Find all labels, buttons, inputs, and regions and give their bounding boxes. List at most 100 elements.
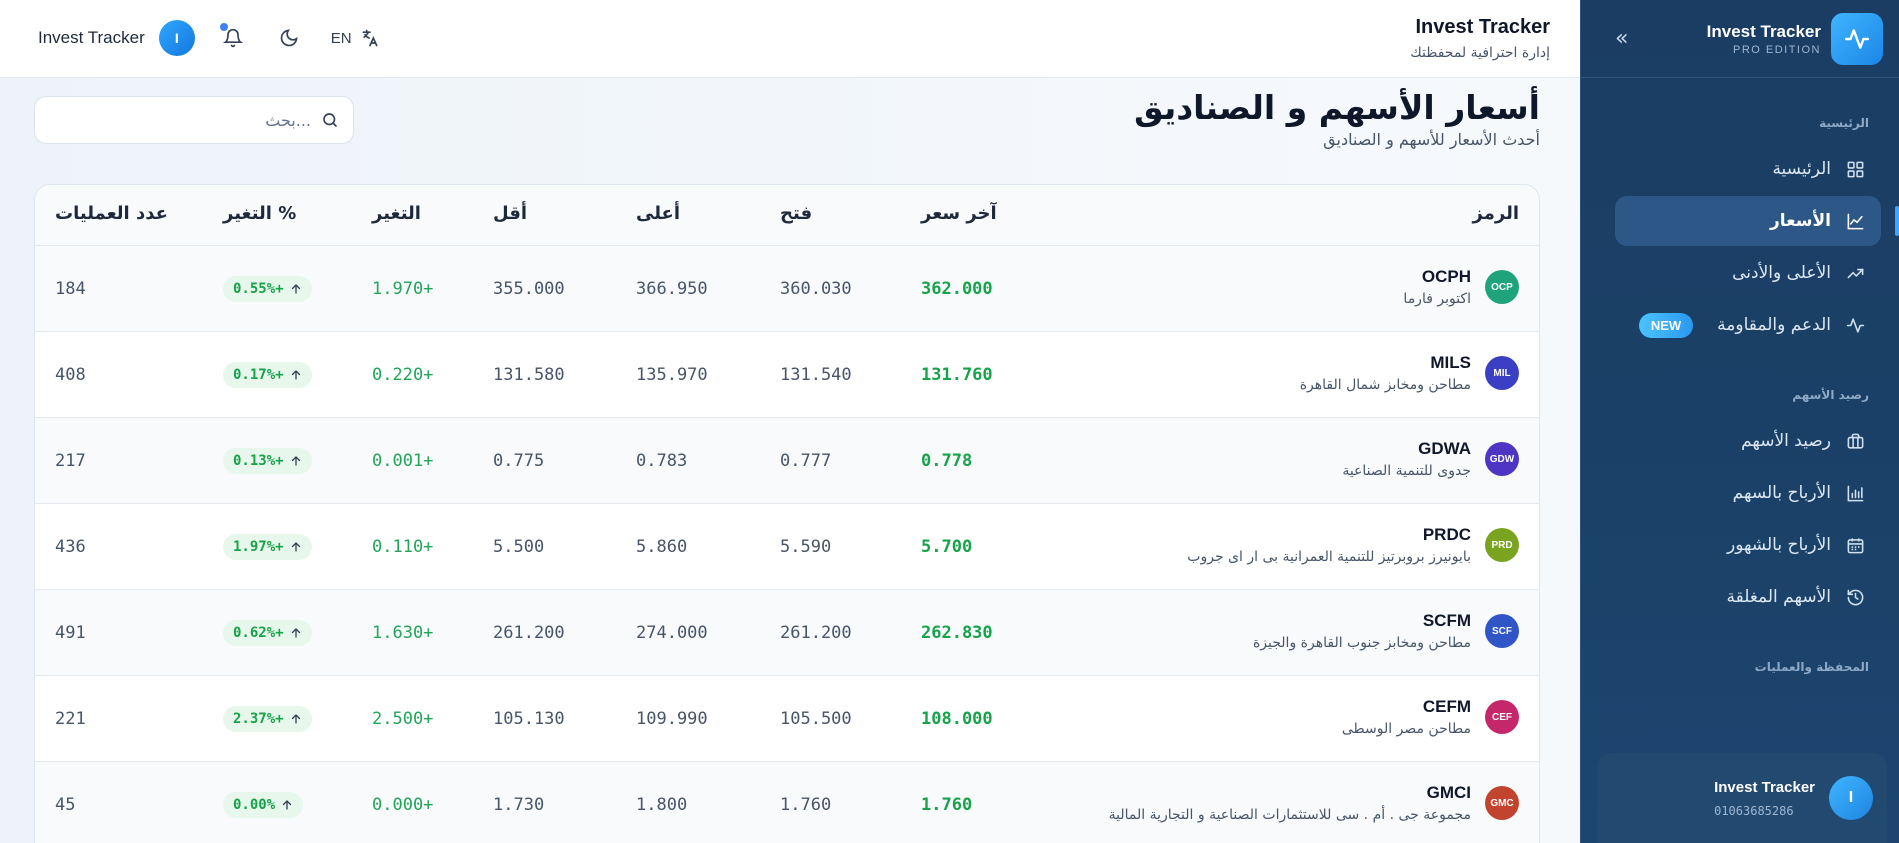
last-price-cell: 131.760 bbox=[921, 365, 993, 385]
sidebar-item-closed-stocks[interactable]: الأسهم المغلقة bbox=[1615, 572, 1881, 622]
briefcase-icon bbox=[1845, 431, 1865, 451]
last-price-cell: 1.760 bbox=[921, 795, 973, 815]
sidebar-item-profit-by-month[interactable]: الأرباح بالشهور bbox=[1615, 520, 1881, 570]
stock-code: SCFM bbox=[1422, 611, 1471, 630]
sidebar-item-home[interactable]: الرئيسية bbox=[1615, 144, 1881, 194]
collapse-sidebar-icon[interactable]: « bbox=[1615, 27, 1628, 50]
change-cell: 0.001+ bbox=[372, 451, 434, 471]
stock-code: PRDC bbox=[1422, 525, 1471, 544]
open-cell: 360.030 bbox=[780, 279, 852, 299]
header-user-name[interactable]: Invest Tracker bbox=[38, 28, 145, 48]
table-row[interactable]: SCF SCFM مطاحن ومخابز جنوب القاهرة والجيزة… bbox=[35, 590, 1539, 676]
search-icon bbox=[323, 113, 337, 127]
column-header-trades[interactable]: عدد العمليات bbox=[55, 203, 168, 224]
user-phone: 01063685286 bbox=[1714, 803, 1794, 818]
stock-name: جدوى للتنمية الصناعية bbox=[1342, 463, 1471, 479]
change-percent-value: 2.37%+ bbox=[233, 711, 284, 727]
main-content: أسعار الأسهم و الصناديق أحدث الأسعار للأ… bbox=[0, 78, 1580, 843]
stock-logo: PRD bbox=[1485, 528, 1519, 562]
table-row[interactable]: PRD PRDC بايونيرز بروبرتيز للتنمية العمران… bbox=[35, 504, 1539, 590]
stock-name: اكتوبر فارما bbox=[1403, 291, 1471, 307]
moon-icon bbox=[280, 29, 298, 47]
low-cell: 5.500 bbox=[493, 537, 545, 557]
table-row[interactable]: GDW GDWA جدوى للتنمية الصناعية 0.778 0.777 0.… bbox=[35, 418, 1539, 504]
stock-name: مطاحن ومخابز جنوب القاهرة والجيزة bbox=[1252, 635, 1471, 651]
column-header-low[interactable]: أقل bbox=[493, 203, 527, 224]
sidebar: Invest Tracker PRO EDITION « الرئيسية ال… bbox=[1580, 0, 1899, 843]
table-row[interactable]: MIL MILS مطاحن ومخابز شمال القاهرة 131.760 1… bbox=[35, 332, 1539, 418]
low-cell: 1.730 bbox=[493, 795, 545, 815]
sidebar-item-label: الرئيسية bbox=[1772, 159, 1831, 179]
stock-logo: MIL bbox=[1485, 356, 1519, 390]
stock-logo: GMC bbox=[1485, 786, 1519, 820]
change-percent-badge: 1.97%+ bbox=[223, 534, 312, 560]
symbol-text: SCFM مطاحن ومخابز جنوب القاهرة والجيزة bbox=[1253, 611, 1471, 651]
sidebar-item-label: الأرباح بالسهم bbox=[1732, 483, 1831, 503]
sidebar-item-label: الأسعار bbox=[1770, 211, 1831, 231]
column-header-change[interactable]: التغير bbox=[372, 203, 421, 224]
sidebar-item-profit-by-stock[interactable]: الأرباح بالسهم bbox=[1615, 468, 1881, 518]
last-price-cell: 5.700 bbox=[921, 537, 973, 557]
stock-code: OCPH bbox=[1421, 267, 1471, 286]
change-percent-badge: 0.62%+ bbox=[223, 620, 312, 646]
page-subtitle: أحدث الأسعار للأسهم و الصناديق bbox=[1323, 130, 1540, 149]
change-cell: 1.970+ bbox=[372, 279, 434, 299]
column-header-open[interactable]: فتح bbox=[780, 203, 812, 224]
theme-toggle-button[interactable] bbox=[271, 20, 307, 56]
open-cell: 0.777 bbox=[780, 451, 832, 471]
stock-name: مطاحن ومخابز شمال القاهرة bbox=[1299, 377, 1471, 393]
sidebar-section-label: رصيد الأسهم bbox=[1792, 388, 1869, 402]
sidebar-item-prices[interactable]: الأسعار bbox=[1615, 196, 1899, 246]
sidebar-item-high-low[interactable]: الأعلى والأدنى bbox=[1615, 248, 1881, 298]
page-title: أسعار الأسهم و الصناديق bbox=[1134, 88, 1540, 127]
high-cell: 0.783 bbox=[636, 451, 688, 471]
column-header-last-price[interactable]: آخر سعر bbox=[921, 203, 997, 224]
language-switch[interactable]: EN bbox=[331, 28, 380, 48]
column-header-change-percent[interactable]: التغير % bbox=[223, 203, 296, 224]
brand-name: Invest Tracker bbox=[1706, 21, 1821, 41]
open-cell: 131.540 bbox=[780, 365, 852, 385]
header-app-subtitle: إدارة احترافية لمحفظتك bbox=[1410, 45, 1550, 61]
stock-code: GDWA bbox=[1418, 439, 1471, 458]
notifications-button[interactable] bbox=[215, 20, 251, 56]
change-percent-value: 0.17%+ bbox=[233, 367, 284, 383]
trending-up-icon bbox=[1845, 263, 1865, 283]
stock-logo: GDW bbox=[1485, 442, 1519, 476]
sidebar-brand: Invest Tracker PRO EDITION bbox=[1707, 22, 1821, 56]
sidebar-item-label: رصيد الأسهم bbox=[1741, 431, 1831, 451]
high-cell: 109.990 bbox=[636, 709, 708, 729]
high-cell: 274.000 bbox=[636, 623, 708, 643]
symbol-cell: PRD PRDC بايونيرز بروبرتيز للتنمية العمران… bbox=[1187, 525, 1519, 565]
sidebar-item-holdings[interactable]: رصيد الأسهم bbox=[1615, 416, 1881, 466]
table-row[interactable]: OCP OCPH اكتوبر فارما 362.000 360.030 366.950… bbox=[35, 246, 1539, 332]
low-cell: 0.775 bbox=[493, 451, 545, 471]
sidebar-item-support-resistance[interactable]: الدعم والمقاومة NEW bbox=[1615, 300, 1881, 350]
column-header-high[interactable]: أعلى bbox=[636, 203, 680, 224]
search-box[interactable] bbox=[34, 96, 354, 144]
search-input[interactable] bbox=[49, 110, 311, 130]
language-label: EN bbox=[330, 29, 352, 47]
stock-logo: SCF bbox=[1485, 614, 1519, 648]
last-price-cell: 0.778 bbox=[921, 451, 973, 471]
sidebar-section-label: المحفظة والعمليات bbox=[1754, 660, 1869, 674]
stock-code: GMCI bbox=[1426, 783, 1471, 802]
change-percent-value: 0.00% bbox=[233, 797, 276, 813]
avatar[interactable]: I bbox=[158, 20, 195, 56]
table-row[interactable]: GMC GMCI مجموعة جى . أم . سى للاستثمارات ا… bbox=[35, 762, 1539, 843]
trades-cell: 45 bbox=[55, 795, 76, 815]
table-row[interactable]: CEF CEFM مطاحن مصر الوسطى 108.000 105.500 109… bbox=[35, 676, 1539, 762]
arrow-up-icon bbox=[283, 800, 292, 810]
low-cell: 105.130 bbox=[493, 709, 565, 729]
sidebar-section-label: الرئيسية bbox=[1819, 116, 1869, 130]
avatar: I bbox=[1829, 776, 1873, 820]
column-header-symbol[interactable]: الرمز bbox=[1473, 203, 1519, 224]
open-cell: 5.590 bbox=[780, 537, 832, 557]
symbol-text: PRDC بايونيرز بروبرتيز للتنمية العمرانية … bbox=[1187, 525, 1471, 565]
grid-icon bbox=[1845, 159, 1865, 179]
sidebar-user-card[interactable]: I Invest Tracker 01063685286 bbox=[1597, 753, 1887, 843]
symbol-cell: OCP OCPH اكتوبر فارما bbox=[1403, 267, 1519, 307]
change-cell: 2.500+ bbox=[372, 709, 434, 729]
low-cell: 355.000 bbox=[493, 279, 565, 299]
notification-dot bbox=[219, 23, 228, 31]
activity-icon bbox=[1845, 315, 1865, 335]
